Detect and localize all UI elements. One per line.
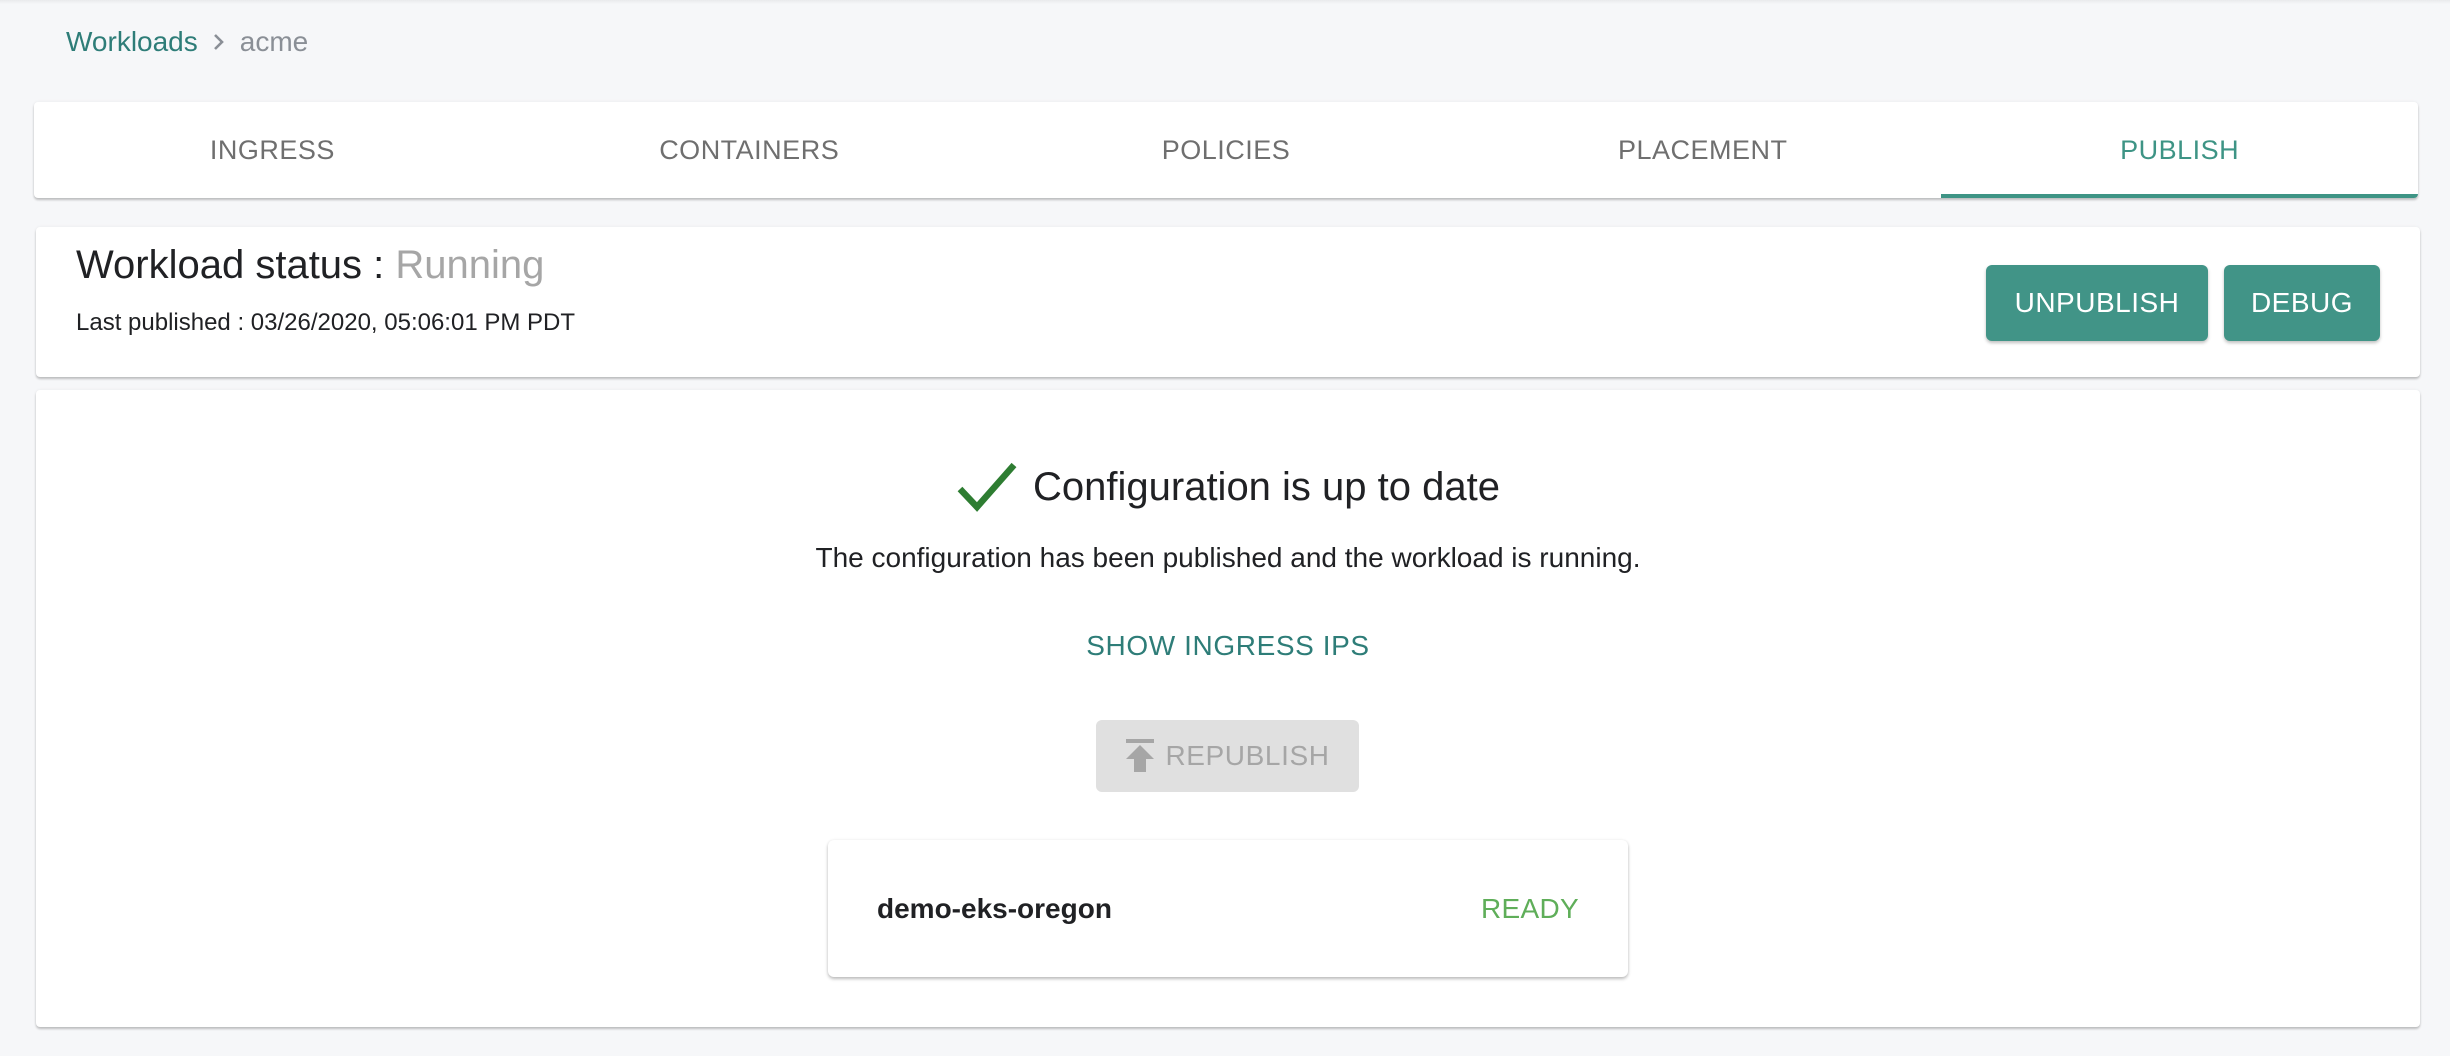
workload-status-value: Running — [395, 243, 545, 287]
tab-placement[interactable]: PLACEMENT — [1464, 102, 1941, 198]
debug-button[interactable]: DEBUG — [2224, 265, 2380, 341]
tab-containers[interactable]: CONTAINERS — [511, 102, 988, 198]
cluster-status-badge: READY — [1481, 892, 1579, 924]
last-published-label: Last published : — [76, 309, 245, 336]
workload-status-card: Workload status : Running Last published… — [36, 227, 2420, 377]
config-status-title: Configuration is up to date — [1033, 464, 1500, 509]
show-ingress-ips-container: SHOW INGRESS IPS — [36, 630, 2420, 662]
unpublish-button[interactable]: UNPUBLISH — [1986, 265, 2208, 341]
cluster-name: demo-eks-oregon — [877, 892, 1112, 924]
workload-status-label: Workload status : — [76, 243, 385, 287]
breadcrumb-workloads-link[interactable]: Workloads — [66, 26, 198, 58]
publish-icon — [1125, 739, 1155, 773]
check-icon — [957, 461, 1017, 513]
breadcrumb: Workloads acme — [66, 24, 308, 60]
chevron-right-icon — [212, 32, 226, 52]
cluster-card: demo-eks-oregon READY — [828, 840, 1628, 977]
breadcrumb-current: acme — [239, 26, 309, 57]
workload-status-heading: Workload status : Running — [76, 243, 544, 288]
config-status-description: The configuration has been published and… — [815, 542, 1641, 573]
tab-publish[interactable]: PUBLISH — [1941, 102, 2418, 198]
show-ingress-ips-button[interactable]: SHOW INGRESS IPS — [1086, 630, 1369, 661]
workload-tabs: INGRESS CONTAINERS POLICIES PLACEMENT PU… — [34, 102, 2418, 198]
last-published: Last published : 03/26/2020, 05:06:01 PM… — [76, 309, 575, 337]
top-edge-shadow — [0, 0, 2450, 4]
tab-policies[interactable]: POLICIES — [988, 102, 1465, 198]
publish-panel: Configuration is up to date The configur… — [36, 390, 2420, 1027]
republish-button[interactable]: REPUBLISH — [1096, 720, 1359, 792]
tab-ingress[interactable]: INGRESS — [34, 102, 511, 198]
last-published-value: 03/26/2020, 05:06:01 PM PDT — [250, 309, 576, 336]
config-status-header: Configuration is up to date — [957, 452, 1500, 522]
republish-label: REPUBLISH — [1165, 740, 1330, 771]
